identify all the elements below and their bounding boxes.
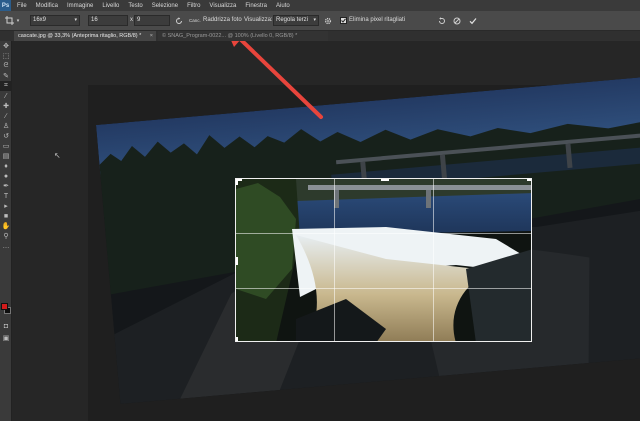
brush-tool-icon[interactable]: ∕	[0, 111, 12, 121]
zoom-tool-icon[interactable]: ⚲	[0, 231, 12, 241]
menu-visualizza[interactable]: Visualizza	[203, 3, 239, 9]
pen-tool-icon[interactable]: ✒	[0, 181, 12, 191]
delete-pixels-label: Elimina pixel ritagliati	[349, 17, 406, 23]
crop-handle-top-right[interactable]	[527, 179, 531, 181]
crop-box[interactable]	[235, 178, 532, 342]
marquee-tool-icon[interactable]: ⬚	[0, 51, 12, 61]
hand-tool-icon[interactable]: ✋	[0, 221, 12, 231]
gear-icon[interactable]	[323, 15, 333, 26]
crop-handle-top-right-v[interactable]	[531, 179, 532, 185]
ratio-preset-select[interactable]: 16x9 ▾	[30, 15, 80, 26]
crop-handle-right[interactable]	[531, 257, 532, 265]
menu-modifica[interactable]: Modifica	[30, 3, 61, 9]
tab-snag-program[interactable]: © SNAG_Program-0022... @ 100% (Livello 0…	[158, 31, 328, 41]
view-overlay-select[interactable]: Regola terzi ▾	[273, 15, 319, 26]
healing-brush-tool-icon[interactable]: ✚	[0, 101, 12, 111]
type-tool-icon[interactable]: T	[0, 191, 12, 201]
crop-handle-bottom-right-v[interactable]	[531, 337, 532, 342]
chevron-down-icon: ▾	[313, 17, 316, 23]
menu-immagine[interactable]: Immagine	[61, 3, 96, 9]
rotate-icon[interactable]	[174, 15, 184, 26]
document-canvas[interactable]: ↖	[12, 41, 640, 421]
view-overlay-value: Regola terzi	[276, 17, 309, 23]
crop-handle-bottom[interactable]	[381, 341, 389, 342]
checkmark-icon[interactable]	[468, 15, 478, 26]
thirds-guide-v1	[334, 179, 335, 341]
height-field[interactable]: 9	[134, 15, 170, 26]
menu-filtro[interactable]: Filtro	[181, 3, 203, 9]
menu-selezione[interactable]: Selezione	[146, 3, 181, 9]
menu-aiuto[interactable]: Aiuto	[270, 3, 293, 9]
delete-pixels-checkbox[interactable]	[339, 15, 347, 26]
shape-tool-icon[interactable]: ■	[0, 211, 12, 221]
document-tab-bar: cascate.jpg @ 33,3% (Anteprima ritaglio,…	[0, 31, 640, 41]
crop-tool-icon[interactable]: ⌗	[0, 81, 12, 91]
thirds-guide-v2	[433, 179, 434, 341]
menu-file[interactable]: File	[11, 3, 30, 9]
view-label: Visualizza:	[244, 17, 273, 23]
clear-button[interactable]: Canc.	[189, 15, 201, 26]
cancel-icon[interactable]	[452, 15, 462, 26]
menu-livello[interactable]: Livello	[96, 3, 122, 9]
crop-handle-bottom-left[interactable]	[236, 341, 242, 342]
lasso-tool-icon[interactable]: ᘓ	[0, 61, 12, 71]
chevron-down-icon: ▾	[74, 17, 77, 23]
close-icon[interactable]: ×	[150, 31, 153, 41]
move-tool-icon[interactable]: ✥	[0, 41, 12, 51]
blur-tool-icon[interactable]: ♦	[0, 161, 12, 171]
options-bar: ▾ 16x9 ▾ 16 x 9 Canc. Raddrizza foto Vis…	[0, 11, 640, 31]
tools-panel: ✥ ⬚ ᘓ ✎ ⌗ ⁄ ✚ ∕ ♙ ↺ ▭ ▤ ♦ ● ✒ T ▸ ■ ✋ ⚲ …	[0, 41, 12, 421]
menu-testo[interactable]: Testo	[122, 3, 145, 9]
reset-icon[interactable]	[437, 15, 447, 26]
foreground-color-swatch[interactable]	[1, 303, 8, 310]
quick-select-tool-icon[interactable]: ✎	[0, 71, 12, 81]
crop-handle-top[interactable]	[381, 179, 389, 181]
thirds-guide-h1	[236, 233, 531, 234]
thirds-guide-h2	[236, 288, 531, 289]
menu-finestra[interactable]: Finestra	[239, 3, 270, 9]
tab-snag-program-label: © SNAG_Program-0022... @ 100% (Livello 0…	[162, 33, 298, 39]
photoshop-logo: Ps	[0, 0, 11, 11]
tool-preset-chevron-icon[interactable]: ▾	[15, 15, 21, 26]
gradient-tool-icon[interactable]: ▤	[0, 151, 12, 161]
ratio-preset-value: 16x9	[33, 17, 47, 23]
crop-handle-bottom-right[interactable]	[527, 341, 532, 342]
straighten-button[interactable]: Raddrizza foto	[203, 15, 242, 26]
history-brush-tool-icon[interactable]: ↺	[0, 131, 12, 141]
crop-handle-top-left-v[interactable]	[236, 179, 238, 185]
arrow-head	[231, 41, 240, 47]
path-selection-tool-icon[interactable]: ▸	[0, 201, 12, 211]
crop-handle-bottom-left-v[interactable]	[236, 337, 238, 341]
quick-mask-icon[interactable]: ◘	[0, 321, 12, 331]
screen-mode-icon[interactable]: ▣	[0, 333, 12, 343]
menu-bar: Ps File Modifica Immagine Livello Testo …	[0, 0, 640, 11]
more-tools-icon[interactable]: …	[0, 241, 12, 251]
eyedropper-tool-icon[interactable]: ⁄	[0, 91, 12, 101]
width-field[interactable]: 16	[88, 15, 128, 26]
eraser-tool-icon[interactable]: ▭	[0, 141, 12, 151]
crop-handle-left[interactable]	[236, 257, 238, 265]
tab-cascate-label: cascate.jpg @ 33,3% (Anteprima ritaglio,…	[18, 33, 142, 39]
rotate-cursor-icon: ↖	[54, 151, 61, 160]
clone-stamp-tool-icon[interactable]: ♙	[0, 121, 12, 131]
crop-tool-icon[interactable]	[4, 15, 14, 26]
times-symbol: x	[130, 17, 133, 23]
tab-cascate[interactable]: cascate.jpg @ 33,3% (Anteprima ritaglio,…	[14, 31, 156, 41]
dodge-tool-icon[interactable]: ●	[0, 171, 12, 181]
